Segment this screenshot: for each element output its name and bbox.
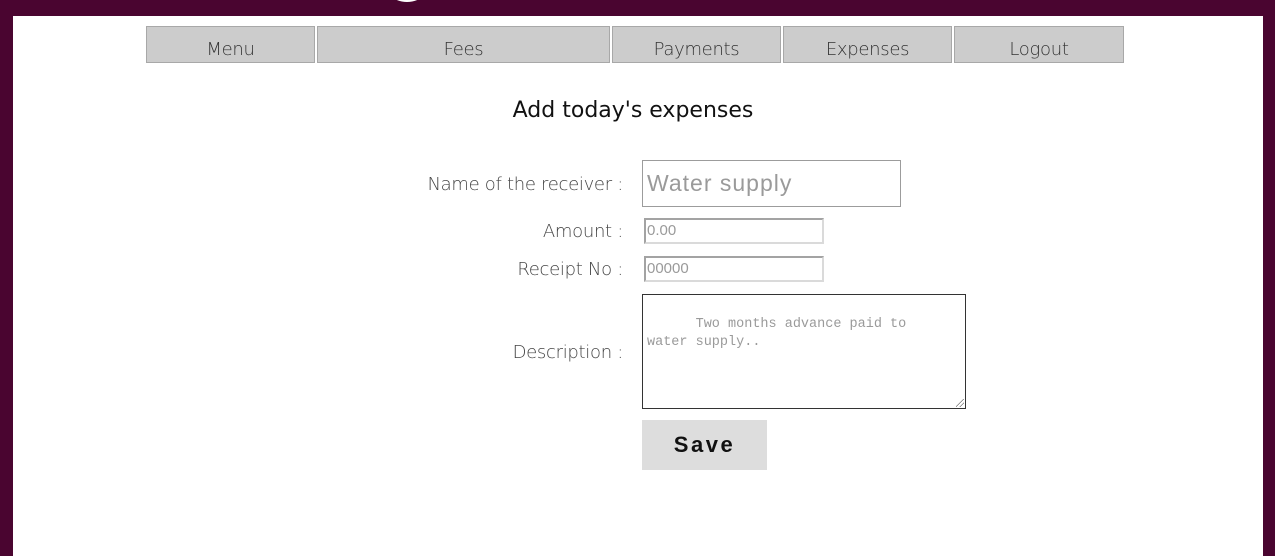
resize-grip-icon[interactable] — [956, 399, 964, 407]
description-placeholder: Two months advance paid to water supply.… — [647, 317, 907, 350]
nav-menu-button[interactable]: Menu — [146, 26, 315, 63]
top-navigation: Menu Fees Payments Expenses Logout — [13, 26, 1263, 63]
nav-expenses-button[interactable]: Expenses — [783, 26, 952, 63]
logo-emblem — [380, 0, 434, 2]
description-textarea[interactable]: Two months advance paid to water supply.… — [642, 294, 966, 409]
main-panel: Menu Fees Payments Expenses Logout Add t… — [13, 16, 1263, 556]
receiver-label: Name of the receiver : — [427, 174, 623, 195]
receipt-number-input[interactable]: 00000 — [644, 256, 824, 282]
nav-logout-button[interactable]: Logout — [954, 26, 1124, 63]
nav-fees-button[interactable]: Fees — [317, 26, 610, 63]
amount-label: Amount : — [542, 221, 623, 242]
page-title: Add today's expenses — [512, 98, 754, 123]
receipt-number-label: Receipt No : — [517, 259, 623, 280]
nav-payments-button[interactable]: Payments — [612, 26, 781, 63]
receiver-name-input[interactable]: Water supply — [642, 160, 901, 207]
amount-input[interactable]: 0.00 — [644, 218, 824, 244]
description-label: Description : — [512, 342, 624, 363]
save-button[interactable]: Save — [642, 420, 767, 470]
